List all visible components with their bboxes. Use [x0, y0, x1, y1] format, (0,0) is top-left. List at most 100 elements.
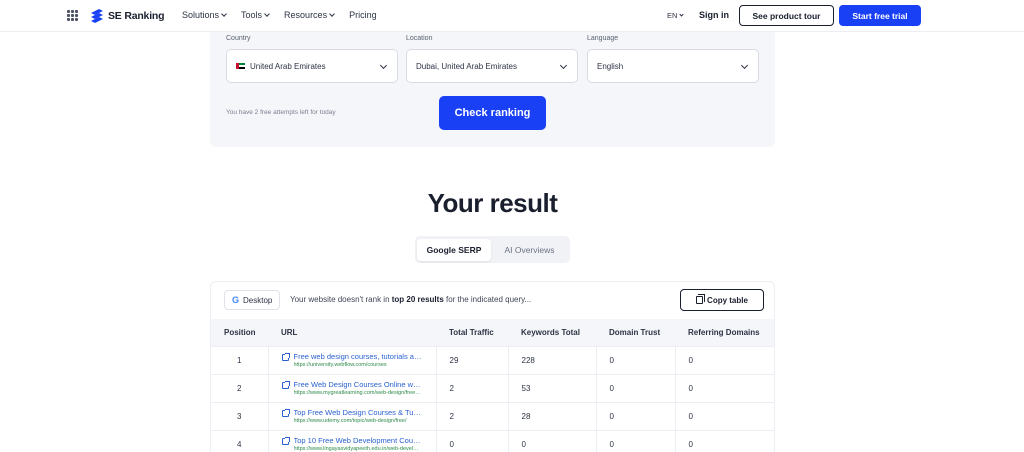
country-label: Country [226, 35, 251, 42]
trust-cell: 0 [596, 346, 676, 375]
see-product-tour-button[interactable]: See product tour [739, 5, 834, 26]
nav-label: Resources [284, 10, 328, 20]
keywords-cell: 28 [508, 402, 597, 431]
column-header: URL [268, 319, 436, 347]
notice-bold: top 20 results [391, 295, 444, 304]
column-header: Total Traffic [436, 319, 508, 347]
url-cell: Free web design courses, tutorials and l… [268, 346, 437, 375]
tab-google-serp[interactable]: Google SERP [417, 238, 491, 261]
result-url[interactable]: https://www.mygreatlearning.com/web-desi… [294, 390, 422, 396]
chevron-down-icon [559, 61, 568, 70]
referring-cell: 0 [675, 374, 774, 403]
referring-cell: 0 [675, 402, 774, 431]
result-url[interactable]: https://university.webflow.com/courses [294, 362, 422, 368]
table-row: 3 Top Free Web Design Courses & Tutorial… [211, 402, 774, 431]
language-select[interactable]: English [587, 49, 759, 83]
sign-in-link[interactable]: Sign in [699, 10, 729, 20]
copy-table-button[interactable]: Copy table [680, 289, 764, 311]
google-icon: G [232, 295, 240, 305]
results-table: Position URL Total Traffic Keywords Tota… [211, 319, 774, 452]
external-link-icon[interactable] [281, 409, 290, 417]
notice-suffix: for the indicated query... [443, 295, 532, 304]
results-toolbar: G Desktop Your website doesn't rank in t… [211, 282, 774, 319]
referring-cell: 0 [675, 430, 774, 452]
nav-label: Tools [241, 10, 263, 20]
chevron-down-icon [264, 10, 270, 17]
logo-text: SE Ranking [108, 10, 165, 22]
main-nav: Solutions Tools Resources Pricing [182, 10, 377, 20]
device-chip[interactable]: G Desktop [224, 290, 281, 310]
search-form-panel: Country United Arab Emirates Location Du… [210, 32, 775, 147]
position-cell: 3 [211, 402, 269, 431]
location-label: Location [406, 35, 433, 42]
url-text-block: Free web design courses, tutorials and l… [294, 352, 422, 368]
position-cell: 1 [211, 346, 269, 375]
chevron-down-icon [379, 61, 388, 70]
results-table-container: G Desktop Your website doesn't rank in t… [210, 281, 775, 452]
copy-icon [696, 294, 706, 304]
url-cell: Top Free Web Design Courses & Tutorials … [268, 402, 437, 431]
url-cell-content: Free Web Design Courses Online with Cert… [281, 380, 436, 396]
referring-cell: 0 [675, 346, 774, 375]
url-cell-content: Top Free Web Design Courses & Tutorials … [281, 408, 436, 424]
trust-cell: 0 [596, 430, 676, 452]
external-link-icon[interactable] [281, 381, 290, 389]
result-title-link[interactable]: Free Web Design Courses Online with Cert… [294, 380, 422, 389]
top-header: SE Ranking Solutions Tools Resources Pri… [0, 0, 1024, 32]
chevron-down-icon [740, 61, 749, 70]
nav-tools[interactable]: Tools [241, 10, 270, 20]
keywords-cell: 0 [508, 430, 597, 452]
nav-solutions[interactable]: Solutions [182, 10, 227, 20]
apps-grid-icon[interactable] [67, 10, 78, 21]
table-row: 4 Top 10 Free Web Development Courses ht… [211, 430, 774, 452]
url-text-block: Top Free Web Design Courses & Tutorials … [294, 408, 422, 424]
chevron-down-icon [329, 10, 335, 17]
chevron-down-icon [679, 11, 685, 17]
trust-cell: 0 [596, 374, 676, 403]
language-label: Language [587, 35, 619, 42]
logo-mark-icon [91, 9, 103, 23]
language-switcher[interactable]: EN [667, 11, 685, 20]
keywords-cell: 53 [508, 374, 597, 403]
position-cell: 2 [211, 374, 269, 403]
nav-label: Pricing [349, 10, 377, 20]
tab-ai-overviews[interactable]: AI Overviews [491, 239, 568, 261]
column-header: Keywords Total [508, 319, 596, 347]
location-select[interactable]: Dubai, United Arab Emirates [406, 49, 578, 83]
result-url[interactable]: https://www.lingayasvidyapeeth.edu.in/we… [294, 446, 422, 452]
ranking-notice: Your website doesn't rank in top 20 resu… [290, 295, 531, 304]
check-ranking-button[interactable]: Check ranking [439, 96, 546, 130]
location-value: Dubai, United Arab Emirates [416, 61, 517, 71]
position-cell: 4 [211, 430, 269, 452]
nav-pricing[interactable]: Pricing [349, 10, 377, 20]
chevron-down-icon [221, 10, 227, 17]
result-title-link[interactable]: Top Free Web Design Courses & Tutorials … [294, 408, 422, 417]
free-attempts-text: You have 2 free attempts left for today [226, 109, 336, 116]
traffic-cell: 2 [436, 402, 509, 431]
column-header: Domain Trust [596, 319, 675, 347]
logo[interactable]: SE Ranking [90, 8, 165, 24]
language-code: EN [667, 11, 678, 20]
column-header: Referring Domains [675, 319, 774, 347]
url-cell: Top 10 Free Web Development Courses http… [268, 430, 437, 452]
result-title-link[interactable]: Top 10 Free Web Development Courses [294, 436, 422, 445]
country-select[interactable]: United Arab Emirates [226, 49, 398, 83]
result-url[interactable]: https://www.udemy.com/topic/web-design/f… [294, 418, 422, 424]
uae-flag-icon [236, 63, 245, 69]
url-text-block: Top 10 Free Web Development Courses http… [294, 436, 422, 452]
url-text-block: Free Web Design Courses Online with Cert… [294, 380, 422, 396]
country-value: United Arab Emirates [250, 61, 326, 71]
table-row: 2 Free Web Design Courses Online with Ce… [211, 374, 774, 403]
traffic-cell: 2 [436, 374, 509, 403]
result-title-link[interactable]: Free web design courses, tutorials and l… [294, 352, 422, 361]
url-cell-content: Free web design courses, tutorials and l… [281, 352, 436, 368]
copy-table-label: Copy table [707, 295, 748, 305]
external-link-icon[interactable] [281, 437, 290, 445]
start-free-trial-button[interactable]: Start free trial [839, 5, 921, 26]
table-header-row: Position URL Total Traffic Keywords Tota… [211, 319, 774, 347]
traffic-cell: 0 [436, 430, 509, 452]
external-link-icon[interactable] [281, 353, 290, 361]
nav-resources[interactable]: Resources [284, 10, 335, 20]
column-header: Position [211, 319, 268, 347]
traffic-cell: 29 [436, 346, 509, 375]
